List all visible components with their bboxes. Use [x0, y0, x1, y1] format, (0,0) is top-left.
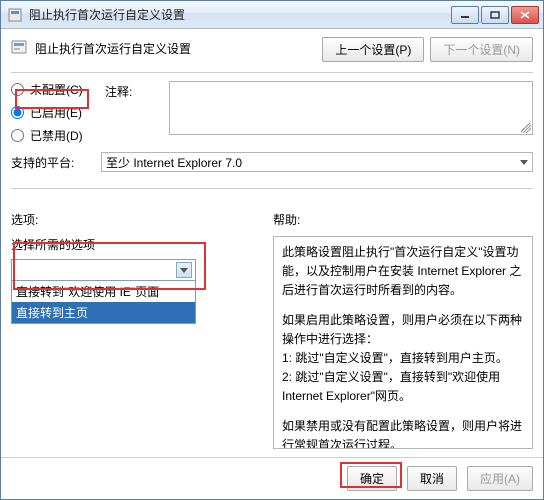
platform-select[interactable]: 至少 Internet Explorer 7.0: [101, 152, 533, 172]
options-prompt: 选择所需的选项: [11, 236, 267, 253]
titlebar: 阻止执行首次运行自定义设置: [1, 1, 543, 29]
prev-setting-button[interactable]: 上一个设置(P): [322, 37, 424, 62]
maximize-button[interactable]: [481, 6, 509, 24]
setting-icon: [11, 39, 27, 55]
radio-disabled[interactable]: 已禁用(D): [11, 127, 101, 144]
radio-input-disabled[interactable]: [11, 129, 24, 142]
radio-not-configured[interactable]: 未配置(C): [11, 81, 101, 98]
minimize-button[interactable]: [451, 6, 479, 24]
help-paragraph: 如果启用此策略设置，则用户必须在以下两种操作中进行选择：: [282, 311, 524, 349]
apply-button: 应用(A): [467, 466, 533, 491]
platform-value: 至少 Internet Explorer 7.0: [106, 154, 242, 171]
dropdown-item-welcome[interactable]: 直接转到"欢迎使用 IE"页面: [12, 281, 195, 302]
radio-label-enabled: 已启用(E): [30, 104, 82, 121]
comment-textarea[interactable]: [169, 81, 533, 135]
cancel-button[interactable]: 取消: [407, 466, 457, 491]
help-paragraph: 1: 跳过"自定义设置"，直接转到用户主页。: [282, 349, 524, 368]
radio-label-disabled: 已禁用(D): [30, 127, 83, 144]
radio-label-not-configured: 未配置(C): [30, 81, 83, 98]
options-dropdown-list: 直接转到"欢迎使用 IE"页面 直接转到主页: [11, 281, 196, 324]
chevron-down-icon: [520, 160, 528, 165]
help-paragraph: 此策略设置阻止执行"首次运行自定义"设置功能，以及控制用户在安装 Interne…: [282, 243, 524, 301]
next-setting-button: 下一个设置(N): [430, 37, 533, 62]
help-section-label: 帮助:: [273, 211, 533, 228]
combo-dropdown-button[interactable]: [176, 262, 192, 278]
comment-label: 注释:: [105, 81, 165, 100]
options-section-label: 选项:: [11, 211, 273, 228]
window-title: 阻止执行首次运行自定义设置: [29, 6, 451, 23]
radio-enabled[interactable]: 已启用(E): [11, 104, 101, 121]
help-pane: 此策略设置阻止执行"首次运行自定义"设置功能，以及控制用户在安装 Interne…: [273, 236, 533, 449]
page-title: 阻止执行首次运行自定义设置: [35, 37, 314, 57]
resize-handle-icon[interactable]: [521, 123, 531, 133]
options-combo[interactable]: [11, 259, 196, 281]
chevron-down-icon: [180, 268, 188, 273]
divider: [11, 188, 533, 189]
divider: [11, 72, 533, 73]
radio-input-enabled[interactable]: [11, 106, 24, 119]
dialog-footer: 确定 取消 应用(A): [1, 457, 543, 499]
help-paragraph: 如果禁用或没有配置此策略设置，则用户将进行常规首次运行过程。: [282, 417, 524, 450]
radio-input-not-configured[interactable]: [11, 83, 24, 96]
close-button[interactable]: [511, 6, 539, 24]
help-paragraph: 2: 跳过"自定义设置"，直接转到"欢迎使用 Internet Explorer…: [282, 368, 524, 406]
app-icon: [7, 7, 23, 23]
dropdown-item-homepage[interactable]: 直接转到主页: [12, 302, 195, 323]
platform-label: 支持的平台:: [11, 154, 101, 171]
ok-button[interactable]: 确定: [347, 466, 397, 491]
